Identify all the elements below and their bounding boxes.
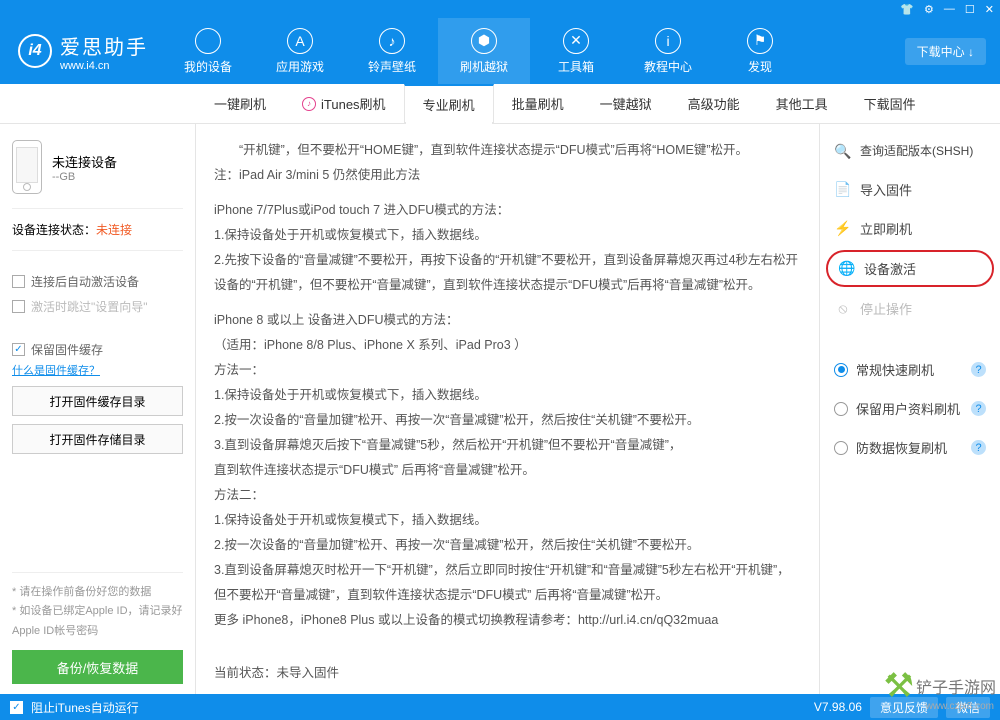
maximize-icon[interactable]: ☐	[965, 3, 975, 16]
subnav-batch-flash[interactable]: 批量刷机	[494, 84, 582, 123]
cache-help-link[interactable]: 什么是固件缓存？	[12, 365, 100, 377]
sidebar-notes: * 请在操作前备份好您的数据 * 如设备已绑定Apple ID，请记录好Appl…	[12, 572, 183, 650]
subnav-download-firmware[interactable]: 下载固件	[846, 84, 934, 123]
nav-toolbox[interactable]: ✕工具箱	[530, 18, 622, 84]
logo-icon: i4	[18, 34, 52, 68]
subnav-other-tools[interactable]: 其他工具	[758, 84, 846, 123]
connection-status: 设备连接状态：未连接	[12, 208, 183, 251]
device-name: 未连接设备	[52, 152, 117, 171]
action-flash-now[interactable]: ⚡立即刷机	[820, 209, 1000, 248]
tools-icon: ✕	[563, 28, 589, 54]
main-content: “开机键”，但不要松开“HOME键”，直到软件连接状态提示“DFU模式”后再将“…	[196, 124, 820, 694]
nav-tutorials[interactable]: i教程中心	[622, 18, 714, 84]
version-label: V7.98.06	[814, 700, 862, 714]
help-icon[interactable]: ?	[971, 362, 986, 377]
subnav: 一键刷机 ♪iTunes刷机 专业刷机 批量刷机 一键越狱 高级功能 其他工具 …	[0, 84, 1000, 124]
radio-keep-data-flash[interactable]: 保留用户资料刷机?	[820, 389, 1000, 428]
nav-tabs: 我的设备 A应用游戏 ♪铃声壁纸 ⬢刷机越狱 ✕工具箱 i教程中心 ⚑发现	[162, 18, 806, 84]
footer: ✓ 阻止iTunes自动运行 V7.98.06 意见反馈 微信	[0, 694, 1000, 720]
subnav-jailbreak[interactable]: 一键越狱	[582, 84, 670, 123]
box-icon: ⬢	[471, 28, 497, 54]
download-center-button[interactable]: 下载中心 ↓	[905, 38, 986, 65]
radio-icon	[834, 441, 848, 455]
subnav-oneclick-flash[interactable]: 一键刷机	[196, 84, 284, 123]
watermark: ⚒ 铲子手游网 www.czjx8.com	[884, 666, 997, 706]
app-url: www.i4.cn	[60, 60, 148, 72]
open-cache-dir-button[interactable]: 打开固件缓存目录	[12, 386, 183, 416]
apple-icon	[195, 28, 221, 54]
nav-apps[interactable]: A应用游戏	[254, 18, 346, 84]
checkbox-auto-activate[interactable]: 连接后自动激活设备	[12, 269, 183, 294]
appstore-icon: A	[287, 28, 313, 54]
checkbox-keep-cache[interactable]: 保留固件缓存	[12, 337, 183, 362]
action-activate-device[interactable]: 🌐设备激活	[826, 250, 994, 287]
action-import-firmware[interactable]: 📄导入固件	[820, 170, 1000, 209]
logo[interactable]: i4 爱思助手 www.i4.cn	[0, 31, 162, 72]
subnav-itunes-flash[interactable]: ♪iTunes刷机	[284, 84, 404, 123]
close-icon[interactable]: ✕	[985, 3, 994, 16]
checkbox-icon	[12, 275, 25, 288]
radio-anti-recovery-flash[interactable]: 防数据恢复刷机?	[820, 428, 1000, 467]
stop-icon: ⦸	[834, 300, 852, 318]
action-query-version[interactable]: 🔍查询适配版本(SHSH)	[820, 132, 1000, 170]
device-info: 未连接设备 --GB	[12, 134, 183, 208]
import-icon: 📄	[834, 181, 852, 199]
checkbox-skip-wizard: 激活时跳过"设置向导"	[12, 294, 183, 319]
radio-normal-flash[interactable]: 常规快速刷机?	[820, 350, 1000, 389]
sidebar-left: 未连接设备 --GB 设备连接状态：未连接 连接后自动激活设备 激活时跳过"设置…	[0, 124, 196, 694]
nav-discover[interactable]: ⚑发现	[714, 18, 806, 84]
nav-ringtones[interactable]: ♪铃声壁纸	[346, 18, 438, 84]
checkbox-icon	[12, 300, 25, 313]
skin-icon[interactable]: 👕	[900, 3, 914, 16]
phone-icon	[12, 140, 42, 194]
nav-my-device[interactable]: 我的设备	[162, 18, 254, 84]
titlebar: 👕 ⚙ — ☐ ✕	[0, 0, 1000, 18]
device-size: --GB	[52, 171, 117, 183]
connection-status-value: 未连接	[96, 223, 132, 237]
info-icon: i	[655, 28, 681, 54]
settings-icon[interactable]: ⚙	[924, 3, 934, 16]
flash-icon: ⚡	[834, 220, 852, 238]
help-icon[interactable]: ?	[971, 401, 986, 416]
header: i4 爱思助手 www.i4.cn 我的设备 A应用游戏 ♪铃声壁纸 ⬢刷机越狱…	[0, 18, 1000, 84]
help-icon[interactable]: ?	[971, 440, 986, 455]
checkbox-checked-icon[interactable]: ✓	[10, 701, 23, 714]
sidebar-right: 🔍查询适配版本(SHSH) 📄导入固件 ⚡立即刷机 🌐设备激活 ⦸停止操作 常规…	[820, 124, 1000, 694]
itunes-icon: ♪	[302, 97, 316, 111]
shovel-icon: ⚒	[884, 666, 914, 706]
wallpaper-icon: ♪	[379, 28, 405, 54]
checkbox-checked-icon	[12, 343, 25, 356]
flag-icon: ⚑	[747, 28, 773, 54]
open-storage-dir-button[interactable]: 打开固件存储目录	[12, 424, 183, 454]
subnav-advanced[interactable]: 高级功能	[670, 84, 758, 123]
nav-flash[interactable]: ⬢刷机越狱	[438, 18, 530, 84]
globe-icon: 🌐	[838, 260, 856, 278]
radio-icon	[834, 402, 848, 416]
app-name: 爱思助手	[60, 31, 148, 60]
status-value: 未导入固件	[277, 666, 340, 680]
search-icon: 🔍	[834, 142, 852, 160]
radio-selected-icon	[834, 363, 848, 377]
subnav-pro-flash[interactable]: 专业刷机	[404, 84, 494, 123]
status-line: 当前状态：未导入固件	[214, 661, 801, 686]
block-itunes-label[interactable]: 阻止iTunes自动运行	[31, 699, 139, 716]
action-stop: ⦸停止操作	[820, 289, 1000, 328]
minimize-icon[interactable]: —	[944, 3, 955, 15]
backup-restore-button[interactable]: 备份/恢复数据	[12, 650, 183, 684]
